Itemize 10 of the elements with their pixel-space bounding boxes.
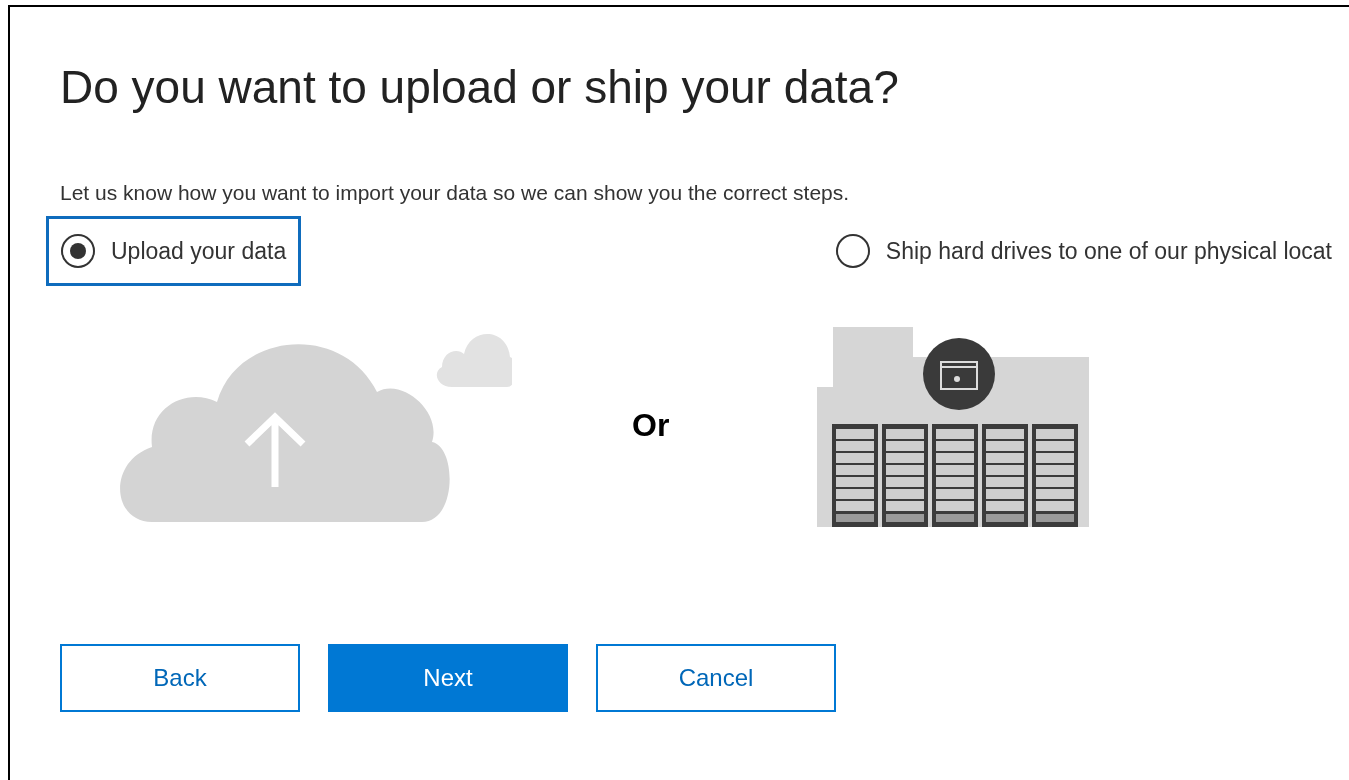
radio-option[interactable]: Upload your data xyxy=(46,216,302,286)
radio-button[interactable] xyxy=(835,234,870,268)
dialog-button[interactable]: Cancel xyxy=(596,644,836,712)
radio-button[interactable] xyxy=(61,234,95,268)
or-text: Or xyxy=(632,405,670,445)
dialog-title: Do you want to upload or ship your data? xyxy=(60,60,900,115)
radio-option[interactable]: Ship hard drives to one of our physical locat xyxy=(820,216,1347,286)
description-text: Let us know how you want to import your data so we can show you the correct steps. xyxy=(60,179,851,206)
dialog-button[interactable]: Back xyxy=(60,644,300,712)
dialog-button[interactable]: Next xyxy=(328,644,568,712)
